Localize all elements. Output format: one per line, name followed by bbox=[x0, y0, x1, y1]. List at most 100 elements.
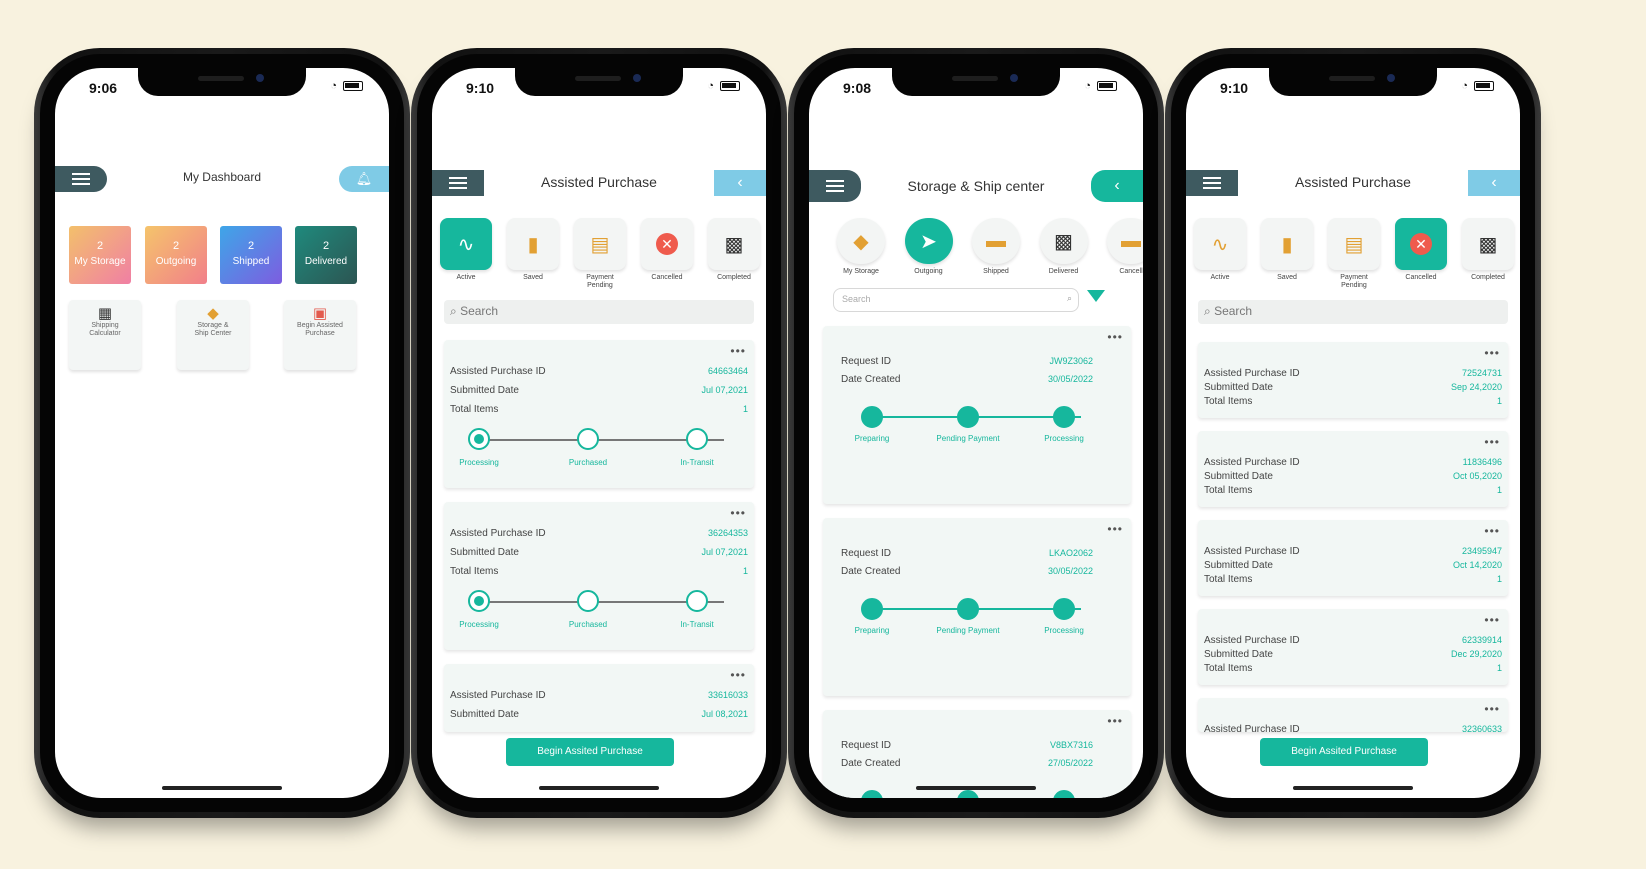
screen: 9:06 ◔ My Dashboard 🔔︎ 2 My Storage 2 Outg… bbox=[55, 68, 389, 798]
more-options-icon[interactable]: ••• bbox=[730, 344, 746, 358]
step-processing bbox=[468, 428, 490, 450]
tile-shipped[interactable]: 2 Shipped bbox=[220, 226, 282, 284]
tab-active[interactable]: ∿ Active bbox=[1192, 218, 1248, 290]
filter-icon[interactable] bbox=[1087, 290, 1105, 302]
tab-cancelled[interactable]: ✕ Cancelled bbox=[1393, 218, 1449, 290]
home-indicator bbox=[1293, 786, 1413, 790]
step-pending-payment bbox=[957, 406, 979, 428]
back-button[interactable]: ‹ bbox=[1091, 170, 1143, 202]
cancel-icon: ✕ bbox=[1410, 233, 1432, 255]
phone-assisted-purchase-active: 9:10 ◔ Assisted Purchase ‹ ∿ Active ▮ Save… bbox=[411, 48, 787, 818]
more-options-icon[interactable]: ••• bbox=[1484, 435, 1500, 449]
delivered-box-icon: ▩ bbox=[1054, 230, 1073, 253]
service-shipping-calculator[interactable]: ▦ Shipping Calculator bbox=[69, 300, 141, 370]
tab-my-storage[interactable]: ◆ My Storage bbox=[833, 218, 889, 276]
step-in-transit bbox=[686, 428, 708, 450]
bookmark-icon: ▮ bbox=[527, 233, 539, 256]
step-processing bbox=[1053, 790, 1075, 798]
purchase-card[interactable]: ••• Assisted Purchase ID 64663464 Submitt… bbox=[444, 340, 754, 488]
status-tabs: ∿ Active ▮ Saved ▤ Payment Pending ✕ Cancelle… bbox=[438, 218, 762, 290]
purchase-card[interactable]: ••• Assisted Purchase ID 33616033 Submitt… bbox=[444, 664, 754, 732]
search-input[interactable]: Search ⌕ bbox=[833, 288, 1079, 312]
step-purchased bbox=[577, 428, 599, 450]
tab-saved[interactable]: ▮ Saved bbox=[1259, 218, 1315, 290]
tile-my-storage[interactable]: 2 My Storage bbox=[69, 226, 131, 284]
purchase-card[interactable]: ••• Assisted Purchase ID 23495947 Submitt… bbox=[1198, 520, 1508, 596]
request-card[interactable]: ••• Request ID V8BX7316 Date Created 27/05… bbox=[823, 710, 1131, 798]
bookmark-icon: ▮ bbox=[1281, 233, 1293, 256]
purchase-card[interactable]: ••• Assisted Purchase ID 62339914 Submitt… bbox=[1198, 609, 1508, 685]
more-options-icon[interactable]: ••• bbox=[1484, 346, 1500, 360]
purchase-card[interactable]: ••• Assisted Purchase ID 11836496 Submitt… bbox=[1198, 431, 1508, 507]
tab-saved[interactable]: ▮ Saved bbox=[505, 218, 561, 290]
wifi-icon: ◔ bbox=[707, 80, 714, 92]
calculator-icon: ▦ bbox=[97, 305, 113, 322]
tab-cancelled[interactable]: ▬ Cancell bbox=[1103, 218, 1143, 276]
more-options-icon[interactable]: ••• bbox=[1107, 330, 1123, 344]
search-input[interactable]: ⌕ Search bbox=[444, 300, 754, 324]
truck-icon: ▬ bbox=[986, 229, 1006, 252]
search-icon: ⌕ bbox=[1204, 304, 1211, 318]
battery-icon bbox=[343, 81, 363, 91]
completed-box-icon: ▩ bbox=[1478, 233, 1498, 256]
purchase-card[interactable]: ••• Assisted Purchase ID 32360633 bbox=[1198, 698, 1508, 732]
tab-delivered[interactable]: ▩ Delivered bbox=[1036, 218, 1092, 276]
box-icon: ◆ bbox=[853, 230, 869, 253]
battery-icon bbox=[1474, 81, 1494, 91]
tab-payment-pending[interactable]: ▤ Payment Pending bbox=[1326, 218, 1382, 290]
status-time: 9:06 bbox=[89, 80, 118, 96]
more-options-icon[interactable]: ••• bbox=[1484, 702, 1500, 716]
battery-icon bbox=[720, 81, 740, 91]
cancel-icon: ✕ bbox=[656, 233, 678, 255]
step-in-transit bbox=[686, 590, 708, 612]
purchase-card[interactable]: ••• Assisted Purchase ID 36264353 Submitt… bbox=[444, 502, 754, 650]
pulse-icon: ∿ bbox=[1211, 233, 1229, 256]
tab-active[interactable]: ∿ Active bbox=[438, 218, 494, 290]
step-preparing bbox=[861, 406, 883, 428]
purchase-card[interactable]: ••• Assisted Purchase ID 72524731 Submitt… bbox=[1198, 342, 1508, 418]
screen: 9:10 ◔ Assisted Purchase ‹ ∿ Active ▮ Save… bbox=[432, 68, 766, 798]
invoice-icon: ▤ bbox=[1344, 233, 1364, 256]
more-options-icon[interactable]: ••• bbox=[1484, 524, 1500, 538]
request-card[interactable]: ••• Request ID LKAO2062 Date Created 30/05… bbox=[823, 518, 1131, 696]
truck-cancel-icon: ▬ bbox=[1121, 229, 1141, 252]
more-options-icon[interactable]: ••• bbox=[730, 506, 746, 520]
box-icon: ◆ bbox=[207, 305, 219, 322]
step-preparing bbox=[861, 598, 883, 620]
phone-storage-ship-center: 9:08 ◔ Storage & Ship center ‹ ◆ My Stora… bbox=[788, 48, 1164, 818]
tab-completed[interactable]: ▩ Completed bbox=[1460, 218, 1516, 290]
service-storage-ship-center[interactable]: ◆ Storage & Ship Center bbox=[177, 300, 249, 370]
status-time: 9:10 bbox=[466, 80, 495, 96]
wifi-icon: ◔ bbox=[1461, 80, 1468, 92]
invoice-icon: ▤ bbox=[590, 233, 610, 256]
search-icon: ⌕ bbox=[1066, 293, 1072, 303]
status-time: 9:08 bbox=[843, 80, 872, 96]
tile-delivered[interactable]: 2 Delivered bbox=[295, 226, 357, 284]
send-icon: ➤ bbox=[920, 230, 937, 253]
search-input[interactable]: ⌕ Search bbox=[1198, 300, 1508, 324]
step-pending-payment bbox=[957, 598, 979, 620]
begin-assisted-purchase-button[interactable]: Begin Assited Purchase bbox=[1260, 738, 1428, 766]
phone-dashboard: 9:06 ◔ My Dashboard 🔔︎ 2 My Storage 2 Outg… bbox=[34, 48, 410, 818]
request-card[interactable]: ••• Request ID JW9Z3062 Date Created 30/05… bbox=[823, 326, 1131, 504]
tile-outgoing[interactable]: 2 Outgoing bbox=[145, 226, 207, 284]
back-button[interactable]: ‹ bbox=[1468, 170, 1520, 196]
more-options-icon[interactable]: ••• bbox=[1484, 613, 1500, 627]
tab-completed[interactable]: ▩ Completed bbox=[706, 218, 762, 290]
cart-icon: ▣ bbox=[312, 305, 328, 322]
more-options-icon[interactable]: ••• bbox=[1107, 522, 1123, 536]
tab-payment-pending[interactable]: ▤ Payment Pending bbox=[572, 218, 628, 290]
screen: 9:08 ◔ Storage & Ship center ‹ ◆ My Stora… bbox=[809, 68, 1143, 798]
notification-bell-button[interactable]: 🔔︎ bbox=[339, 166, 389, 192]
more-options-icon[interactable]: ••• bbox=[730, 668, 746, 682]
more-options-icon[interactable]: ••• bbox=[1107, 714, 1123, 728]
back-button[interactable]: ‹ bbox=[714, 170, 766, 196]
screen: 9:10 ◔ Assisted Purchase ‹ ∿ Active ▮ Save… bbox=[1186, 68, 1520, 798]
tab-shipped[interactable]: ▬ Shipped bbox=[968, 218, 1024, 276]
tab-outgoing[interactable]: ➤ Outgoing bbox=[901, 218, 957, 276]
step-processing bbox=[1053, 406, 1075, 428]
begin-assisted-purchase-button[interactable]: Begin Assited Purchase bbox=[506, 738, 674, 766]
service-begin-assisted-purchase[interactable]: ▣ Begin Assisted Purchase bbox=[284, 300, 356, 370]
bell-icon: 🔔︎ bbox=[355, 171, 373, 186]
tab-cancelled[interactable]: ✕ Cancelled bbox=[639, 218, 695, 290]
